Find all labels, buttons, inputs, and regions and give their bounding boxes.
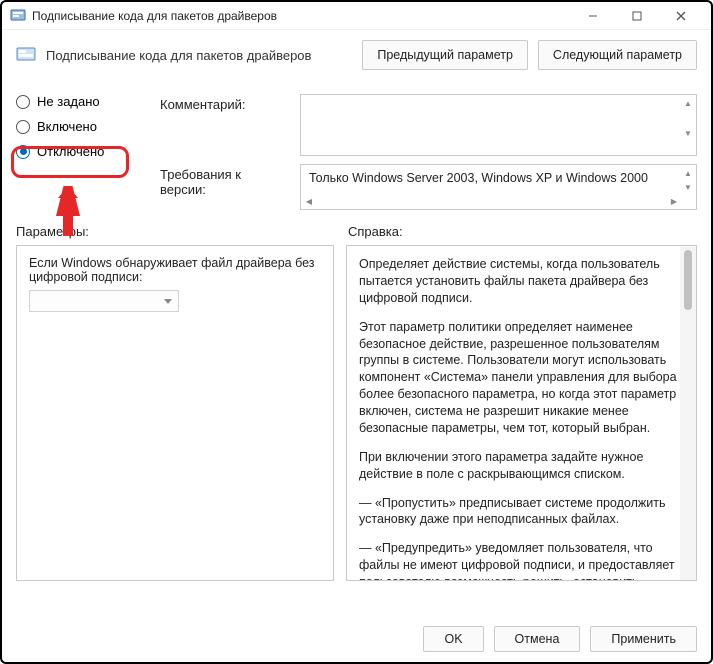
titlebar: Подписывание кода для пакетов драйверов: [2, 2, 711, 30]
radio-label: Отключено: [37, 144, 104, 159]
signing-action-dropdown[interactable]: [29, 290, 179, 312]
scrollbar-vertical[interactable]: [680, 246, 696, 580]
help-paragraph: — «Пропустить» предписывает системе прод…: [359, 495, 684, 529]
policy-icon: [16, 45, 36, 65]
scroll-down-icon[interactable]: ▼: [682, 181, 694, 193]
help-paragraph: — «Предупредить» уведомляет пользователя…: [359, 540, 684, 581]
window-buttons: [571, 3, 703, 29]
help-paragraph: При включении этого параметра задайте ну…: [359, 449, 684, 483]
minimize-button[interactable]: [571, 3, 615, 29]
dialog-footer: OK Отмена Применить: [423, 626, 697, 652]
options-label: Параметры:: [16, 224, 336, 239]
content: Не задано Включено Отключено Комментарий…: [2, 94, 711, 581]
header: Подписывание кода для пакетов драйверов …: [2, 30, 711, 80]
cancel-button[interactable]: Отмена: [494, 626, 581, 652]
apply-button[interactable]: Применить: [590, 626, 697, 652]
previous-setting-button[interactable]: Предыдущий параметр: [362, 40, 528, 70]
app-icon: [10, 8, 26, 24]
maximize-button[interactable]: [615, 3, 659, 29]
radio-label: Не задано: [37, 94, 100, 109]
nav-buttons: Предыдущий параметр Следующий параметр: [362, 40, 697, 70]
state-radio-group: Не задано Включено Отключено: [16, 94, 146, 210]
page-title: Подписывание кода для пакетов драйверов: [46, 48, 352, 63]
scroll-left-icon[interactable]: ◀: [303, 195, 315, 207]
close-button[interactable]: [659, 3, 703, 29]
scroll-down-icon[interactable]: ▼: [682, 127, 694, 139]
scroll-up-icon[interactable]: ▲: [682, 97, 694, 109]
help-paragraph: Этот параметр политики определяет наимен…: [359, 319, 684, 437]
scrollbar-vertical[interactable]: ▲ ▼: [682, 97, 694, 139]
comment-label: Комментарий:: [160, 94, 290, 112]
help-paragraph: Определяет действие системы, когда польз…: [359, 256, 684, 307]
ok-button[interactable]: OK: [423, 626, 483, 652]
options-panel: Если Windows обнаруживает файл драйвера …: [16, 245, 334, 581]
radio-icon: [16, 120, 30, 134]
help-panel: Определяет действие системы, когда польз…: [346, 245, 697, 581]
supported-on-text: Только Windows Server 2003, Windows XP и…: [309, 171, 648, 185]
radio-icon: [16, 95, 30, 109]
help-label: Справка:: [348, 224, 693, 239]
radio-not-configured[interactable]: Не задано: [16, 94, 146, 109]
radio-disabled[interactable]: Отключено: [16, 144, 146, 159]
options-text: Если Windows обнаруживает файл драйвера …: [29, 256, 321, 284]
radio-enabled[interactable]: Включено: [16, 119, 146, 134]
scroll-up-icon[interactable]: ▲: [682, 167, 694, 179]
scroll-right-icon[interactable]: ▶: [668, 195, 680, 207]
scrollbar-vertical[interactable]: ▲ ▼: [682, 167, 694, 193]
scrollbar-thumb[interactable]: [684, 250, 692, 310]
radio-label: Включено: [37, 119, 97, 134]
scrollbar-horizontal[interactable]: ◀ ▶: [303, 195, 680, 207]
comment-textarea[interactable]: ▲ ▼: [300, 94, 697, 156]
supported-on-field: Только Windows Server 2003, Windows XP и…: [300, 164, 697, 210]
radio-icon: [16, 145, 30, 159]
supported-on-label: Требования к версии:: [160, 164, 290, 197]
next-setting-button[interactable]: Следующий параметр: [538, 40, 697, 70]
window-title: Подписывание кода для пакетов драйверов: [32, 9, 571, 23]
